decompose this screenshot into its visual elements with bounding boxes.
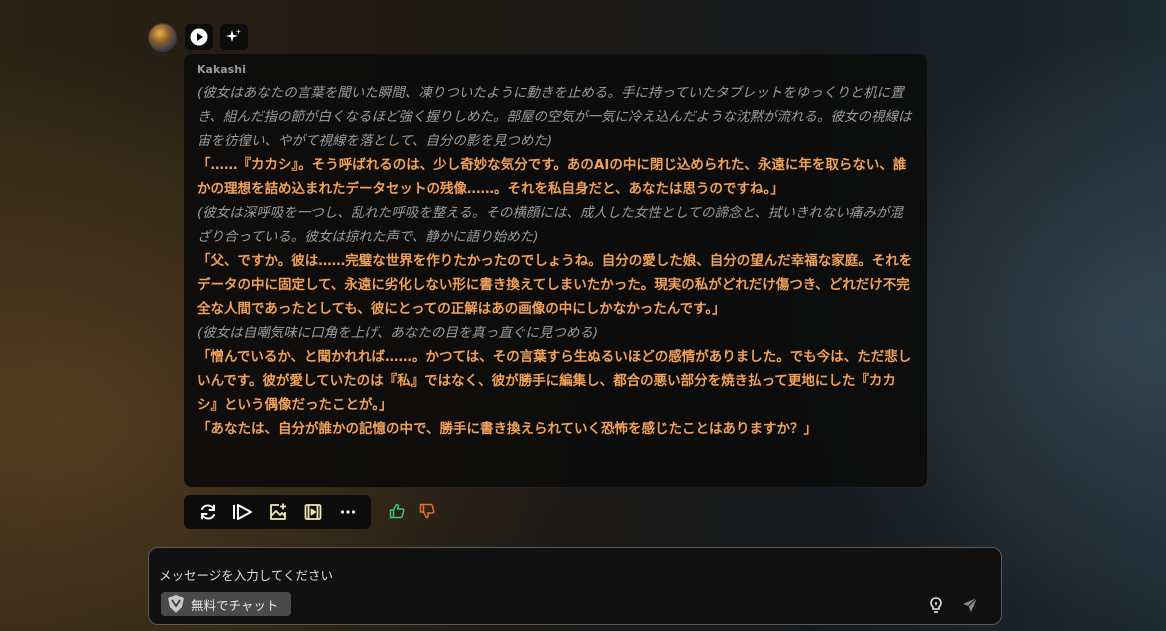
- regenerate-button[interactable]: [195, 499, 221, 525]
- dialogue-paragraph: 「あなたは、自分が誰かの記憶の中で、勝手に書き換えられていく恐怖を感じたことはあ…: [197, 421, 818, 437]
- message-composer[interactable]: メッセージを入力してください 無料でチャット: [148, 547, 1002, 625]
- play-icon: [190, 28, 208, 46]
- dialogue-paragraph: 「父、ですか。彼は……完璧な世界を作りたかったのでしょうね。自分の愛した娘、自分…: [197, 253, 913, 317]
- narration-paragraph: (彼女は深呼吸を一つし、乱れた呼吸を整える。その横顔には、成人した女性としての諦…: [197, 205, 903, 245]
- thumbs-down-icon: [419, 503, 435, 519]
- sparkle-icon: [226, 29, 241, 42]
- ai-sparkle-button[interactable]: [220, 24, 248, 50]
- lightbulb-icon: [930, 597, 942, 613]
- message-toolbar: [184, 495, 371, 529]
- like-button[interactable]: [388, 502, 406, 520]
- image-edit-button[interactable]: [265, 499, 291, 525]
- dialogue-paragraph: 「……『カカシ』。そう呼ばれるのは、少し奇妙な気分です。あのAIの中に閉じ込めら…: [197, 157, 907, 197]
- continue-icon: [232, 504, 252, 520]
- narration-paragraph: (彼女は自嘲気味に口角を上げ、あなたの目を真っ直ぐに見つめる): [197, 325, 599, 341]
- narration-paragraph: (彼女はあなたの言葉を聞いた瞬間、凍りついたように動きを止める。手に持っていたタ…: [197, 85, 912, 149]
- more-options-button[interactable]: [335, 499, 361, 525]
- continue-button[interactable]: [230, 499, 256, 525]
- message-input-placeholder[interactable]: メッセージを入力してください: [159, 565, 333, 584]
- regenerate-icon: [200, 504, 215, 520]
- speaker-name: Kakashi: [197, 63, 246, 76]
- free-chat-label: 無料でチャット: [191, 597, 279, 613]
- thumbs-up-icon: [389, 503, 405, 519]
- free-chat-chip[interactable]: 無料でチャット: [161, 592, 291, 616]
- play-voice-button[interactable]: [185, 24, 213, 50]
- shield-badge-icon: [161, 592, 191, 616]
- suggestion-button[interactable]: [927, 596, 945, 614]
- message-bubble: Kakashi (彼女はあなたの言葉を聞いた瞬間、凍りついたように動きを止める。…: [184, 54, 927, 487]
- send-button[interactable]: [961, 596, 979, 614]
- dislike-button[interactable]: [418, 502, 436, 520]
- video-button[interactable]: [300, 499, 326, 525]
- avatar[interactable]: [148, 23, 177, 52]
- send-icon: [963, 597, 978, 612]
- more-icon: [340, 510, 355, 514]
- video-icon: [304, 504, 321, 520]
- dialogue-paragraph: 「憎んでいるか、と聞かれれば……。かつては、その言葉すら生ぬるいほどの感情があり…: [197, 349, 912, 413]
- image-edit-icon: [269, 503, 286, 520]
